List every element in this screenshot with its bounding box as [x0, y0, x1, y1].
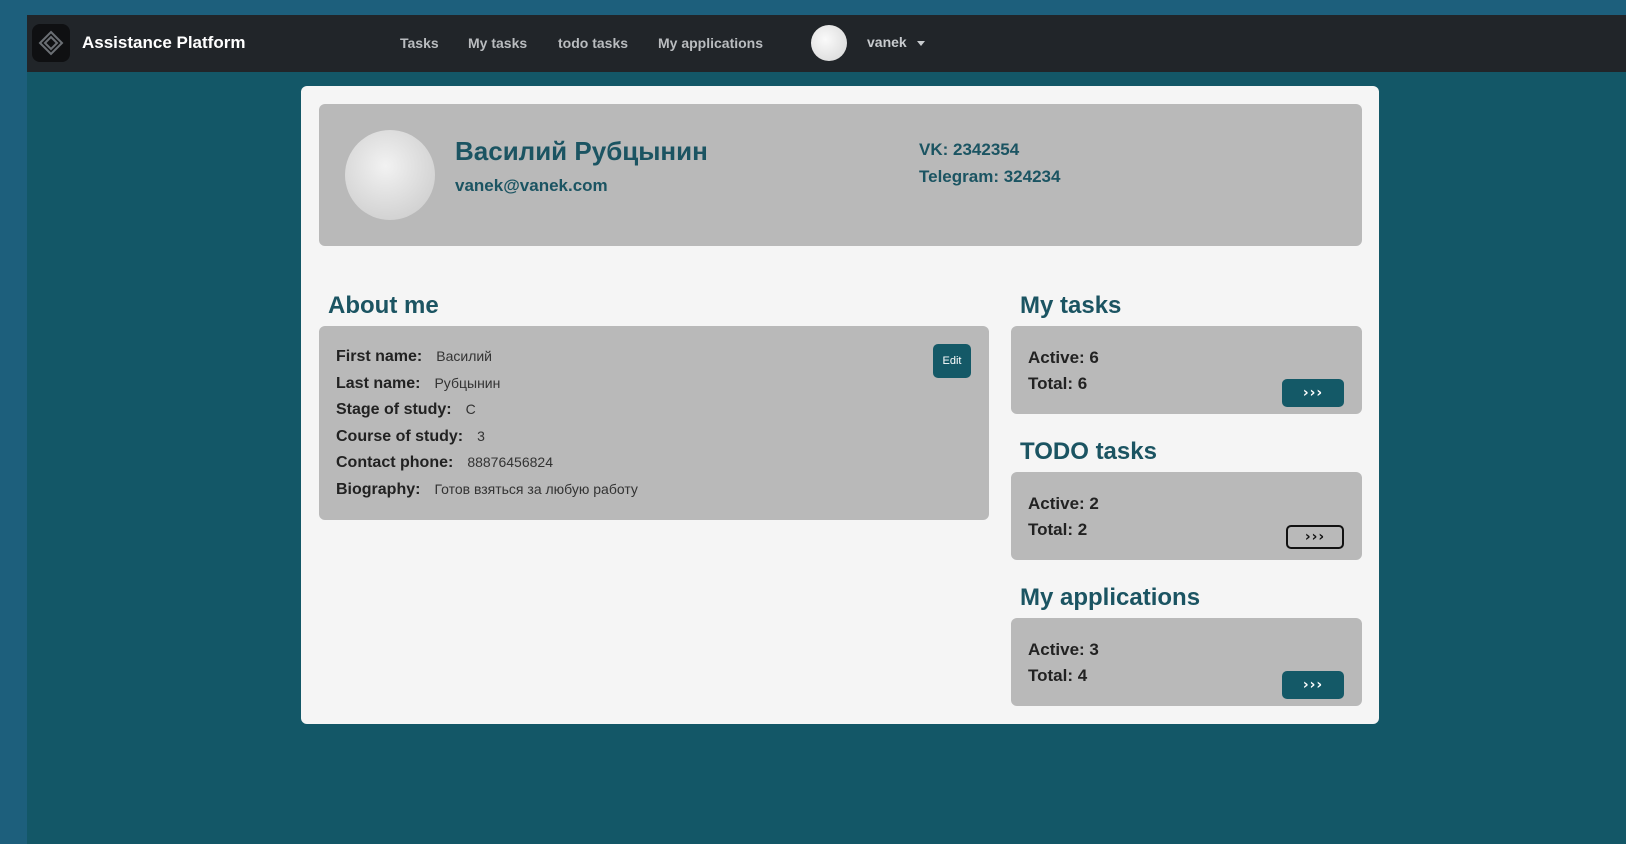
my-tasks-panel: Active: 6 Total: 6 ››› — [1011, 326, 1362, 414]
user-menu-toggle[interactable]: vanek — [867, 34, 925, 50]
profile-vk: VK: 2342354 — [919, 140, 1020, 159]
app-frame: Assistance Platform Tasks My tasks todo … — [27, 15, 1626, 844]
about-panel: First name: Василий Last name: Рубцынин St… — [319, 326, 989, 520]
todo-tasks-active: Active: 2 — [1028, 494, 1099, 513]
my-applications-panel: Active: 3 Total: 4 ››› — [1011, 618, 1362, 706]
my-tasks-active: Active: 6 — [1028, 348, 1099, 367]
about-row-first-name: First name: Василий — [336, 348, 492, 366]
about-value: Готов взяться за любую работу — [434, 481, 638, 497]
nav-link-my-applications[interactable]: My applications — [658, 35, 763, 51]
my-applications-total: Total: 4 — [1028, 666, 1088, 685]
profile-header: Василий Рубцынин vanek@vanek.com VK: 234… — [319, 104, 1362, 246]
my-applications-active: Active: 3 — [1028, 640, 1099, 659]
todo-tasks-total: Total: 2 — [1028, 520, 1088, 539]
about-label: Biography: — [336, 481, 421, 498]
about-row-last-name: Last name: Рубцынин — [336, 375, 500, 393]
nav-link-todo-tasks[interactable]: todo tasks — [558, 35, 628, 51]
edit-button[interactable]: Edit — [933, 344, 971, 378]
profile-name: Василий Рубцынин — [455, 136, 708, 166]
about-row-biography: Biography: Готов взяться за любую работу — [336, 481, 638, 499]
todo-tasks-panel: Active: 2 Total: 2 ››› — [1011, 472, 1362, 560]
about-value: Рубцынин — [434, 375, 501, 391]
profile-avatar — [345, 130, 435, 220]
about-row-stage-of-study: Stage of study: С — [336, 401, 476, 419]
profile-card: Василий Рубцынин vanek@vanek.com VK: 234… — [301, 86, 1379, 724]
about-label: Stage of study: — [336, 401, 452, 418]
about-label: Last name: — [336, 375, 421, 392]
my-applications-open-button[interactable]: ››› — [1282, 671, 1344, 699]
profile-social: VK: 2342354 Telegram: 324234 — [919, 136, 1060, 190]
about-value: С — [465, 401, 476, 417]
about-value: 88876456824 — [467, 454, 553, 470]
user-name: vanek — [867, 34, 907, 50]
navbar: Assistance Platform Tasks My tasks todo … — [27, 15, 1626, 72]
my-tasks-open-button[interactable]: ››› — [1282, 379, 1344, 407]
brand-logo-icon[interactable] — [32, 24, 70, 62]
todo-tasks-open-button[interactable]: ››› — [1286, 525, 1344, 549]
user-avatar[interactable] — [811, 25, 847, 61]
caret-down-icon — [916, 40, 925, 46]
about-value: 3 — [477, 428, 485, 444]
about-label: Course of study: — [336, 428, 464, 445]
profile-email: vanek@vanek.com — [455, 176, 608, 195]
my-tasks-title: My tasks — [1020, 292, 1122, 319]
about-label: First name: — [336, 348, 423, 365]
about-label: Contact phone: — [336, 454, 454, 471]
about-row-contact-phone: Contact phone: 88876456824 — [336, 454, 553, 472]
brand-title[interactable]: Assistance Platform — [82, 33, 245, 53]
about-title: About me — [328, 292, 439, 319]
nav-link-my-tasks[interactable]: My tasks — [468, 35, 527, 51]
profile-telegram: Telegram: 324234 — [919, 167, 1061, 186]
todo-tasks-title: TODO tasks — [1020, 438, 1157, 465]
my-applications-title: My applications — [1020, 584, 1201, 611]
my-tasks-total: Total: 6 — [1028, 374, 1088, 393]
about-row-course-of-study: Course of study: 3 — [336, 428, 485, 446]
nav-link-tasks[interactable]: Tasks — [400, 35, 439, 51]
about-value: Василий — [436, 348, 493, 364]
